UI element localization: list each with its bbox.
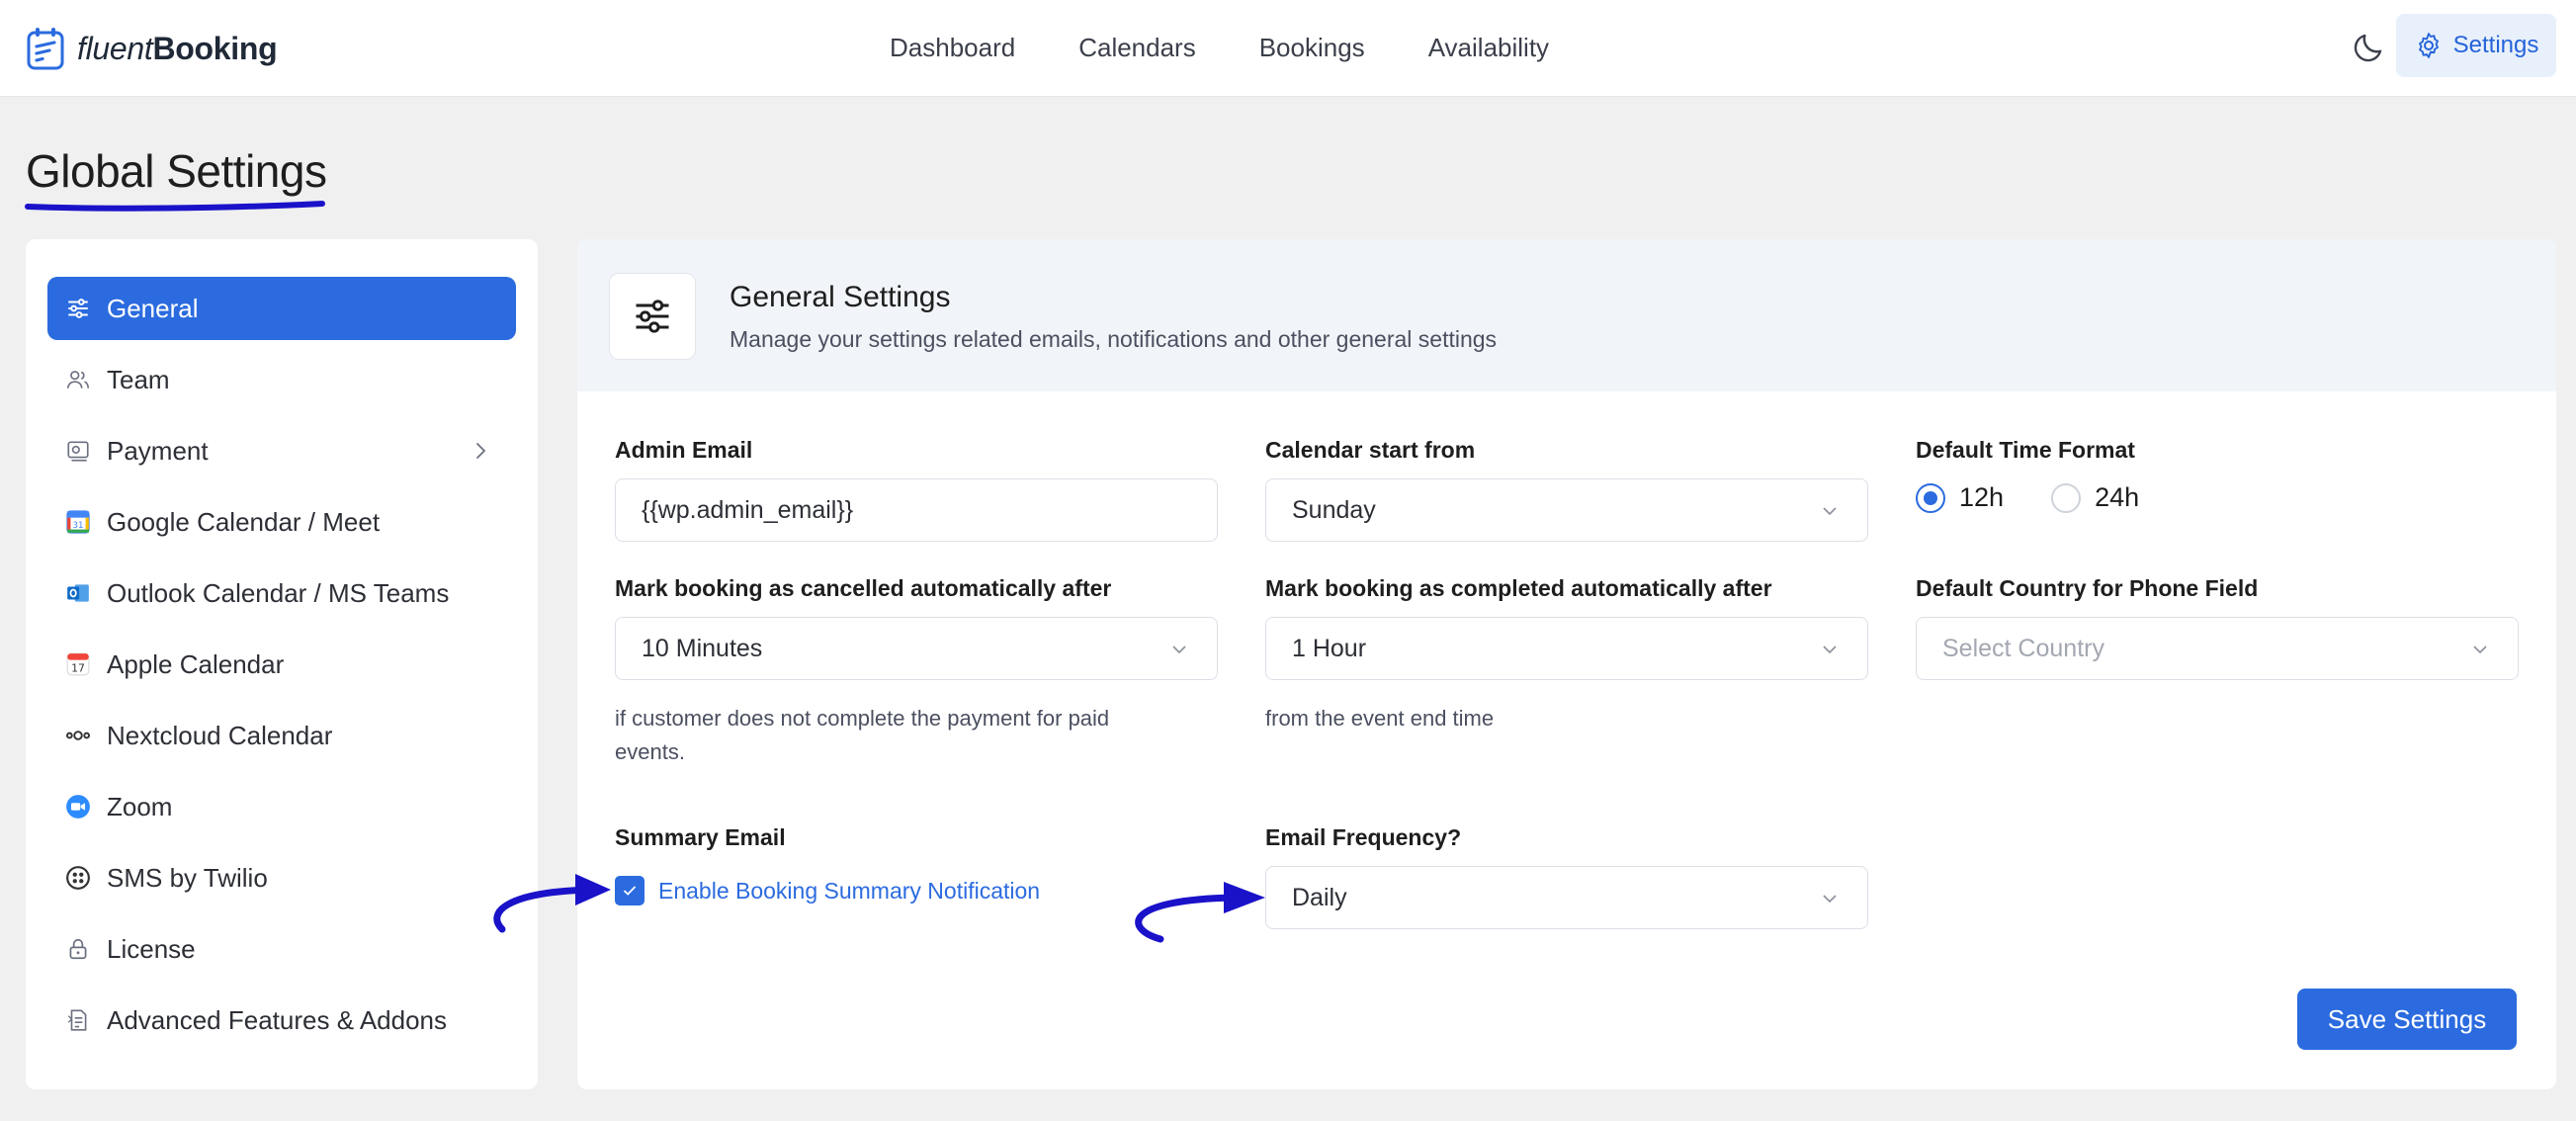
addons-icon	[65, 1007, 91, 1033]
chevron-down-icon	[1172, 646, 1186, 654]
top-navbar: fluentBooking Dashboard Calendars Bookin…	[0, 0, 2576, 97]
sidebar-item-label: SMS by Twilio	[107, 862, 268, 893]
time-format-12h-radio[interactable]: 12h	[1916, 482, 2004, 513]
auto-complete-value: 1 Hour	[1292, 634, 1367, 662]
auto-complete-help: from the event end time	[1265, 706, 1495, 731]
chevron-down-icon	[1823, 895, 1837, 904]
settings-button[interactable]: Settings	[2396, 14, 2556, 77]
auto-cancel-value: 10 Minutes	[642, 634, 763, 662]
sidebar-item-twilio[interactable]: SMS by Twilio	[47, 846, 516, 909]
sidebar-item-payment[interactable]: Payment	[47, 419, 516, 482]
summary-email-checkbox-row[interactable]: Enable Booking Summary Notification	[615, 876, 1040, 905]
main-nav: Dashboard Calendars Bookings Availabilit…	[890, 0, 1549, 95]
nav-availability[interactable]: Availability	[1428, 33, 1549, 63]
annotation-arrow-frequency	[1135, 882, 1265, 943]
save-settings-button[interactable]: Save Settings	[2297, 989, 2517, 1050]
title-underline-annotation	[25, 201, 325, 212]
sidebar-item-addons[interactable]: Advanced Features & Addons	[47, 989, 516, 1052]
sidebar-item-general[interactable]: General	[47, 277, 516, 340]
twilio-icon	[65, 865, 91, 891]
nav-dashboard[interactable]: Dashboard	[890, 33, 1015, 63]
sidebar-item-google-calendar[interactable]: 31 Google Calendar / Meet	[47, 490, 516, 554]
sidebar-item-apple-calendar[interactable]: 17 Apple Calendar	[47, 633, 516, 696]
chevron-down-icon	[1823, 646, 1837, 654]
sidebar-item-label: Payment	[107, 435, 209, 466]
check-icon	[624, 886, 636, 896]
summary-email-checkbox-label: Enable Booking Summary Notification	[658, 877, 1041, 904]
settings-button-label: Settings	[2452, 32, 2539, 58]
calendar-start-value: Sunday	[1292, 495, 1376, 524]
users-icon	[65, 367, 91, 392]
gear-icon	[2418, 33, 2439, 58]
nextcloud-icon	[65, 723, 91, 748]
outlook-icon	[65, 580, 91, 606]
sidebar-item-label: Google Calendar / Meet	[107, 506, 381, 537]
google-calendar-icon: 31	[65, 509, 91, 535]
chevron-down-icon	[2473, 646, 2487, 654]
admin-email-input[interactable]	[615, 478, 1218, 542]
sidebar-item-label: General	[107, 293, 199, 323]
phone-country-label: Default Country for Phone Field	[1916, 575, 2259, 601]
fluentbooking-logo-icon	[27, 28, 64, 70]
panel-header: General Settings Manage your settings re…	[577, 239, 2556, 391]
chevron-down-icon	[1823, 507, 1837, 516]
chevron-right-icon	[476, 443, 486, 459]
time-format-label: Default Time Format	[1916, 437, 2135, 463]
panel-header-icon-box	[609, 273, 696, 360]
annotation-arrow-checkbox	[493, 874, 611, 933]
nav-calendars[interactable]: Calendars	[1078, 33, 1196, 63]
sliders-icon	[65, 296, 91, 321]
phone-country-select[interactable]: Select Country	[1916, 617, 2519, 680]
sidebar-item-label: Outlook Calendar / MS Teams	[107, 577, 450, 608]
dark-mode-toggle-icon[interactable]	[2351, 30, 2386, 65]
lock-icon	[65, 936, 91, 962]
sidebar-item-zoom[interactable]: Zoom	[47, 775, 516, 838]
radio-label: 24h	[2095, 482, 2140, 512]
phone-country-placeholder: Select Country	[1942, 634, 2104, 662]
email-frequency-label: Email Frequency?	[1265, 824, 1462, 850]
auto-cancel-label: Mark booking as cancelled automatically …	[615, 575, 1112, 601]
zoom-icon	[65, 794, 91, 819]
page-title: Global Settings	[26, 145, 327, 197]
auto-cancel-help: if customer does not complete the paymen…	[615, 706, 1110, 764]
settings-sidebar: General Team Payment 31 Google Calendar …	[26, 239, 538, 1089]
app-logo[interactable]: fluentBooking	[26, 24, 278, 73]
nav-bookings[interactable]: Bookings	[1259, 33, 1365, 63]
sidebar-item-label: Nextcloud Calendar	[107, 720, 333, 750]
sliders-icon	[636, 300, 669, 333]
auto-cancel-select[interactable]: 10 Minutes	[615, 617, 1218, 680]
panel-subtitle: Manage your settings related emails, not…	[730, 326, 1498, 352]
calendar-start-select[interactable]: Sunday	[1265, 478, 1868, 542]
payment-icon	[65, 438, 91, 464]
sidebar-item-label: Team	[107, 364, 170, 394]
panel-title: General Settings	[730, 281, 951, 313]
email-frequency-select[interactable]: Daily	[1265, 866, 1868, 929]
sidebar-item-nextcloud-calendar[interactable]: Nextcloud Calendar	[47, 704, 516, 767]
sidebar-item-license[interactable]: License	[47, 917, 516, 981]
time-format-radio-group: 12h 24h	[1916, 482, 2187, 513]
apple-calendar-icon: 17	[65, 651, 91, 677]
radio-label: 12h	[1959, 482, 2005, 512]
svg-text:31: 31	[72, 521, 83, 531]
calendar-start-label: Calendar start from	[1265, 437, 1476, 463]
radio-indicator	[1916, 482, 1945, 513]
admin-email-label: Admin Email	[615, 437, 753, 463]
auto-complete-label: Mark booking as completed automatically …	[1265, 575, 1772, 601]
sidebar-item-team[interactable]: Team	[47, 348, 516, 411]
sidebar-item-label: Advanced Features & Addons	[107, 1004, 448, 1035]
summary-email-label: Summary Email	[615, 824, 786, 850]
sidebar-item-label: License	[107, 933, 196, 964]
app-brand-name: fluentBooking	[77, 30, 278, 66]
sidebar-item-outlook-calendar[interactable]: Outlook Calendar / MS Teams	[47, 561, 516, 625]
auto-complete-select[interactable]: 1 Hour	[1265, 617, 1868, 680]
general-settings-panel: General Settings Manage your settings re…	[577, 239, 2556, 1089]
radio-indicator	[2051, 482, 2082, 513]
svg-text:17: 17	[71, 662, 85, 675]
sidebar-item-label: Zoom	[107, 791, 173, 821]
sidebar-item-label: Apple Calendar	[107, 648, 285, 679]
time-format-24h-radio[interactable]: 24h	[2051, 482, 2139, 513]
email-frequency-value: Daily	[1292, 883, 1347, 911]
